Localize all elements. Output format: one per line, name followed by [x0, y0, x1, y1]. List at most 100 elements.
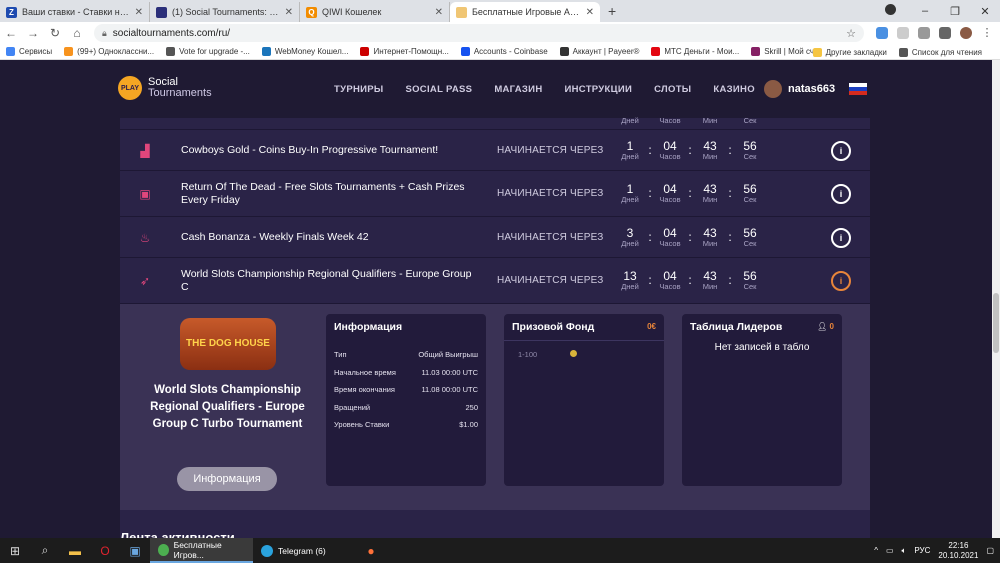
volume-icon[interactable]: 🔈︎	[902, 546, 907, 556]
username[interactable]: natas663	[788, 83, 835, 95]
countdown-separator: :	[728, 186, 732, 200]
extension-icon[interactable]	[897, 27, 909, 39]
extension-icon[interactable]	[876, 27, 888, 39]
file-explorer-icon[interactable]: ▬	[60, 544, 90, 558]
language-indicator[interactable]: РУС	[914, 546, 930, 555]
bookmark-item[interactable]: МТС Деньги - Мои...	[651, 47, 739, 56]
opera-icon[interactable]: O	[90, 544, 120, 558]
tournament-name[interactable]: Return Of The Dead - Free Slots Tourname…	[181, 181, 481, 207]
countdown-value: 13	[623, 269, 637, 283]
search-icon[interactable]: ⌕	[30, 543, 60, 558]
close-icon[interactable]: ✕	[135, 7, 143, 18]
nav-item[interactable]: СЛОТЫ	[654, 84, 691, 95]
tournament-row[interactable]: ➶ World Slots Championship Regional Quali…	[120, 258, 870, 304]
bookmark-icon	[751, 47, 761, 56]
bookmark-item[interactable]: Accounts - Coinbase	[460, 47, 548, 56]
bookmark-item[interactable]: Другие закладки	[812, 47, 887, 57]
info-icon[interactable]: i	[831, 184, 851, 204]
close-icon[interactable]: ✕	[586, 7, 594, 18]
countdown-label: Часов	[659, 116, 681, 125]
taskbar-app[interactable]: Telegram (6)	[253, 538, 356, 563]
nav-item[interactable]: ИНСТРУКЦИИ	[564, 84, 632, 95]
countdown-unit: 04 Часов	[657, 183, 683, 205]
clock[interactable]: 22:16 20.10.2021	[938, 541, 978, 561]
close-icon[interactable]: ✕	[285, 7, 293, 18]
favicon-icon	[456, 6, 467, 18]
nav-item[interactable]: SOCIAL PASS	[405, 84, 472, 95]
logo-text: Social Tournaments	[148, 77, 212, 99]
countdown: 13 Дней:04 Часов:43 Мин:56 Сек	[617, 270, 763, 292]
floppy-icon[interactable]: ▣	[120, 544, 150, 558]
starts-in-label: НАЧИНАЕТСЯ ЧЕРЕЗ	[497, 144, 604, 156]
game-logo: THE DOG HOUSE	[180, 318, 276, 370]
taskbar-app[interactable]: Бесплатные Игров...	[150, 538, 253, 563]
network-icon[interactable]: ▭	[886, 546, 894, 555]
tournament-name[interactable]: World Slots Championship Regional Qualif…	[181, 268, 481, 294]
url-input[interactable]: 🔒︎ socialtournaments.com/ru/ ☆	[94, 24, 864, 42]
lock-icon[interactable]: 🔒︎	[102, 28, 107, 39]
countdown-label: Мин	[702, 238, 718, 248]
browser-tab[interactable]: Бесплатные Игровые Автоматы ✕	[450, 2, 600, 22]
bookmark-label: МТС Деньги - Мои...	[664, 47, 740, 56]
tournament-row[interactable]: ♨ Cash Bonanza - Weekly Finals Week 42 НАЧ…	[120, 217, 870, 258]
info-key: Уровень Ставки	[334, 420, 390, 429]
countdown: 1 Дней:04 Часов:43 Мин:56 Сек	[617, 140, 763, 162]
bookmark-item[interactable]: Сервисы	[6, 47, 52, 56]
close-window-button[interactable]: ✕	[970, 5, 1000, 18]
nav-item[interactable]: ТУРНИРЫ	[334, 84, 383, 95]
notification-icon[interactable]: ▢	[986, 546, 994, 555]
countdown-unit: 43 Мин	[697, 183, 723, 205]
restore-button[interactable]: ❐	[940, 5, 970, 18]
bar-chart-icon: ▟	[140, 143, 150, 158]
browser-tab[interactable]: Z Ваши ставки - Ставки на спорт ✕	[0, 2, 150, 22]
avatar[interactable]	[960, 27, 972, 39]
tournament-name[interactable]: Cash Bonanza - Weekly Finals Week 42	[181, 231, 481, 244]
back-arrow-icon[interactable]: ←	[0, 26, 22, 40]
profile-dot-icon[interactable]	[880, 4, 910, 18]
info-icon[interactable]: i	[831, 271, 851, 291]
nav-item[interactable]: МАГАЗИН	[494, 84, 542, 95]
bookmarks-bar: Сервисы (99+) Одноклассни... Vote for upgr…	[0, 44, 1000, 60]
countdown-value: 1	[626, 138, 634, 153]
new-tab-button[interactable]: +	[600, 2, 624, 22]
user-menu[interactable]: natas663	[764, 80, 868, 98]
russia-flag-icon[interactable]	[849, 83, 868, 95]
windows-start-icon[interactable]: ⊞	[0, 544, 30, 558]
bookmark-item[interactable]: Аккаунт | Payeer®	[559, 47, 639, 56]
tournament-name[interactable]: Cowboys Gold - Coins Buy-In Progressive …	[181, 144, 481, 157]
rocket-icon: ➶	[139, 274, 151, 288]
info-button[interactable]: Информация	[177, 467, 277, 491]
bookmark-star-icon[interactable]: ☆	[846, 27, 856, 40]
bookmark-item[interactable]: Skrill | Мой счет	[751, 47, 822, 56]
info-icon[interactable]: i	[831, 140, 851, 161]
countdown-unit: 13 Дней	[617, 270, 643, 292]
scrollbar-thumb[interactable]	[993, 293, 999, 353]
browser-tab[interactable]: Q QIWI Кошелек ✕	[300, 2, 450, 22]
extension-icon[interactable]	[918, 27, 930, 39]
bookmark-item[interactable]: Список для чтения	[898, 47, 982, 57]
minimize-button[interactable]: –	[910, 5, 940, 17]
bookmark-item[interactable]: (99+) Одноклассни...	[64, 47, 154, 56]
site-logo[interactable]: PLAY Social Tournaments	[118, 76, 212, 100]
close-icon[interactable]: ✕	[435, 7, 443, 18]
bookmark-label: WebMoney Кошел...	[274, 47, 349, 56]
home-icon[interactable]: ⌂	[66, 26, 88, 40]
firefox-icon[interactable]: ●	[356, 544, 386, 558]
tournament-row[interactable]: ▣ Return Of The Dead - Free Slots Tournam…	[120, 171, 870, 217]
scrollbar[interactable]	[992, 60, 1000, 538]
forward-arrow-icon[interactable]: →	[22, 26, 44, 40]
browser-tab[interactable]: (1) Social Tournaments: турниры ✕	[150, 2, 300, 22]
reload-icon[interactable]: ↻	[44, 26, 66, 40]
bookmark-item[interactable]: Интернет-Помощн...	[360, 47, 449, 56]
countdown-value: 56	[743, 225, 757, 240]
tournament-row[interactable]: ▟ Cowboys Gold - Coins Buy-In Progressive…	[120, 130, 870, 171]
info-icon[interactable]: i	[831, 227, 851, 248]
bookmark-item[interactable]: WebMoney Кошел...	[261, 47, 349, 56]
nav-item[interactable]: КАЗИНО	[713, 84, 755, 95]
bookmark-item[interactable]: Vote for upgrade -...	[166, 47, 250, 56]
menu-dots-icon[interactable]: ⋮	[981, 27, 993, 39]
avatar[interactable]	[764, 80, 782, 98]
info-value: $1.00	[459, 420, 478, 429]
puzzle-icon[interactable]	[939, 27, 951, 39]
chevron-up-icon[interactable]: ^	[874, 546, 878, 555]
